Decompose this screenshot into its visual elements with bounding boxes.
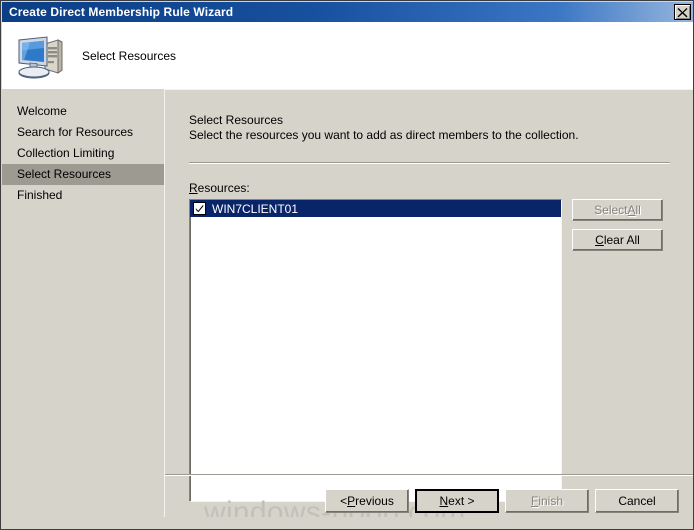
clear-all-label-after: lear All bbox=[603, 233, 640, 247]
sidebar-item-label: Finished bbox=[17, 188, 63, 202]
wizard-header: Select Resources bbox=[2, 22, 693, 89]
close-icon bbox=[677, 7, 688, 17]
header-title: Select Resources bbox=[82, 48, 177, 63]
close-button[interactable] bbox=[674, 4, 691, 20]
resource-checkbox[interactable] bbox=[193, 202, 206, 215]
sidebar-list: Welcome Search for Resources Collection … bbox=[2, 101, 164, 206]
clear-all-button[interactable]: Clear All bbox=[572, 229, 663, 251]
select-all-button[interactable]: Select All bbox=[572, 199, 663, 221]
finish-label-after: inish bbox=[538, 494, 564, 508]
sidebar-item-label: Collection Limiting bbox=[17, 146, 115, 160]
sidebar-item-collection-limiting[interactable]: Collection Limiting bbox=[2, 143, 164, 164]
wizard-content: Select Resources Select the resources yo… bbox=[165, 89, 693, 518]
resources-label: Resources: bbox=[189, 181, 250, 195]
page-title: Select Resources bbox=[189, 113, 284, 127]
footer-divider bbox=[165, 474, 693, 476]
sidebar-item-label: Select Resources bbox=[17, 167, 112, 181]
sidebar-item-select-resources[interactable]: Select Resources bbox=[2, 164, 164, 185]
select-all-label-accel: A bbox=[627, 203, 636, 217]
select-all-label-after: ll bbox=[635, 203, 641, 217]
sidebar-item-search-for-resources[interactable]: Search for Resources bbox=[2, 122, 164, 143]
checkmark-icon bbox=[195, 204, 204, 213]
resources-label-rest: esources: bbox=[197, 181, 250, 195]
next-label-accel: N bbox=[439, 494, 449, 508]
resources-label-accel: R bbox=[189, 181, 198, 195]
cancel-label: Cancel bbox=[618, 494, 656, 508]
previous-label-before: < bbox=[340, 494, 348, 508]
window-bottom-edge bbox=[2, 517, 693, 528]
sidebar-item-label: Welcome bbox=[17, 104, 67, 118]
finish-label-accel: F bbox=[530, 494, 539, 508]
footer-button-row: < Previous Next > Finish Cancel bbox=[325, 489, 679, 513]
horizontal-divider bbox=[189, 162, 670, 164]
previous-label-after: revious bbox=[355, 494, 394, 508]
sidebar-item-finished[interactable]: Finished bbox=[2, 185, 164, 206]
previous-label-accel: P bbox=[347, 494, 356, 508]
computer-icon bbox=[18, 35, 63, 78]
select-all-label-before: Select bbox=[594, 203, 628, 217]
next-label-after: ext > bbox=[448, 494, 475, 508]
wizard-window: Create Direct Membership Rule Wizard Sel… bbox=[0, 0, 694, 530]
window-title: Create Direct Membership Rule Wizard bbox=[9, 5, 234, 19]
page-description: Select the resources you want to add as … bbox=[189, 128, 579, 142]
sidebar-item-label: Search for Resources bbox=[17, 125, 134, 139]
resources-listbox[interactable]: WIN7CLIENT01 bbox=[189, 199, 562, 502]
wizard-sidebar: Welcome Search for Resources Collection … bbox=[2, 89, 165, 518]
sidebar-item-welcome[interactable]: Welcome bbox=[2, 101, 164, 122]
content-top-divider bbox=[165, 89, 693, 90]
previous-button[interactable]: < Previous bbox=[325, 489, 409, 513]
finish-button[interactable]: Finish bbox=[505, 489, 589, 513]
title-bar: Create Direct Membership Rule Wizard bbox=[2, 2, 693, 22]
next-button[interactable]: Next > bbox=[415, 489, 499, 513]
list-item[interactable]: WIN7CLIENT01 bbox=[190, 200, 561, 217]
list-item-label: WIN7CLIENT01 bbox=[212, 201, 299, 216]
cancel-button[interactable]: Cancel bbox=[595, 489, 679, 513]
clear-all-label-accel: C bbox=[595, 233, 604, 247]
